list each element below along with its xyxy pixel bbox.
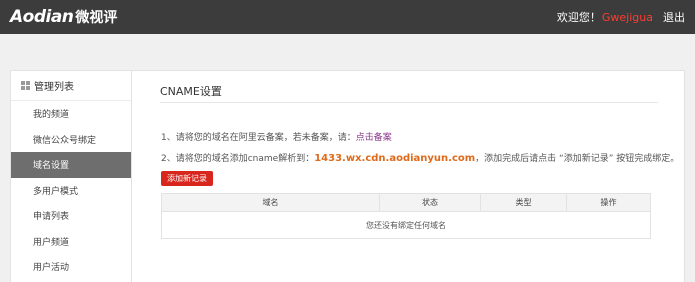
sidebar-header: 管理列表 bbox=[11, 71, 131, 101]
column-status: 状态 bbox=[380, 194, 481, 211]
cname-target: 1433.wx.cdn.aodianyun.com bbox=[314, 153, 476, 164]
logout-link[interactable]: 退出 bbox=[663, 9, 685, 25]
step-2-instruction: 2、请将您的域名添加cname解析到：1433.wx.cdn.aodianyun… bbox=[161, 151, 679, 164]
sidebar: 管理列表 我的频道 微信公众号绑定 域名设置 多用户模式 申请列表 用户频道 用… bbox=[10, 70, 132, 282]
username-link[interactable]: Gwejigua bbox=[602, 11, 653, 24]
logo-chinese: 微视评 bbox=[75, 10, 118, 26]
user-area: 欢迎您！ Gwejigua 退出 bbox=[557, 9, 685, 25]
column-actions: 操作 bbox=[600, 198, 617, 207]
page-title: CNAME设置 bbox=[160, 85, 222, 98]
sidebar-item-user-channels[interactable]: 用户频道 bbox=[11, 229, 131, 255]
register-link[interactable]: 点击备案 bbox=[356, 133, 392, 143]
add-record-button[interactable]: 添加新记录 bbox=[161, 171, 213, 186]
sidebar-item-my-channels[interactable]: 我的频道 bbox=[11, 101, 131, 127]
sidebar-item-user-activities[interactable]: 用户活动 bbox=[11, 254, 131, 280]
sidebar-title: 管理列表 bbox=[34, 82, 74, 93]
grid-icon bbox=[21, 81, 30, 90]
column-type: 类型 bbox=[481, 194, 567, 211]
step-2-suffix: ，添加完成后请点击 “添加新记录” 按钮完成绑定。 bbox=[475, 154, 680, 164]
sidebar-item-application-list[interactable]: 申请列表 bbox=[11, 203, 131, 229]
welcome-text: 欢迎您！ bbox=[556, 11, 601, 24]
column-domain: 域名 bbox=[162, 194, 380, 211]
sidebar-item-wechat-binding[interactable]: 微信公众号绑定 bbox=[11, 127, 131, 153]
empty-table-message: 您还没有绑定任何域名 bbox=[366, 220, 446, 230]
sidebar-item-domain-settings[interactable]: 域名设置 bbox=[11, 152, 131, 178]
main-panel: CNAME设置 1、请将您的域名在阿里云备案，若未备案，请：点击备案 2、请将您… bbox=[132, 70, 685, 282]
top-bar: Aodian 微视评 欢迎您！ Gwejigua 退出 bbox=[0, 0, 695, 34]
step-1-text: 1、请将您的域名在阿里云备案，若未备案，请： bbox=[161, 133, 356, 143]
title-divider bbox=[160, 102, 658, 103]
sidebar-item-multi-user-mode[interactable]: 多用户模式 bbox=[11, 178, 131, 204]
step-1-instruction: 1、请将您的域名在阿里云备案，若未备案，请：点击备案 bbox=[161, 130, 392, 143]
logo-brand: Aodian bbox=[10, 7, 74, 27]
table-header: 域名 状态 类型 操作 bbox=[162, 194, 650, 212]
logo[interactable]: Aodian 微视评 bbox=[10, 6, 117, 28]
step-2-prefix: 2、请将您的域名添加cname解析到： bbox=[161, 154, 315, 164]
domain-table: 域名 状态 类型 操作 您还没有绑定任何域名 bbox=[161, 193, 651, 239]
